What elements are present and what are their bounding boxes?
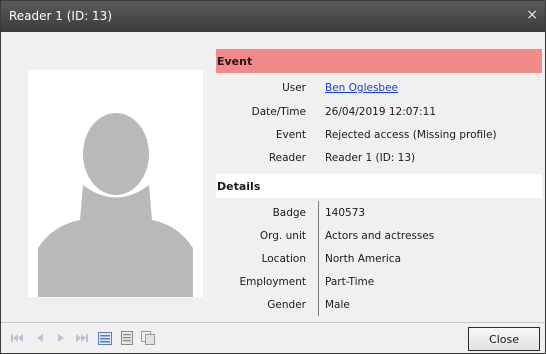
footer-separator	[1, 322, 545, 323]
gender-label: Gender	[267, 299, 306, 311]
close-icon[interactable]: ×	[526, 7, 538, 23]
badge-value: 140573	[325, 207, 366, 219]
close-button[interactable]: Close	[468, 327, 540, 351]
document-icon[interactable]	[118, 329, 136, 347]
details-divider	[318, 201, 319, 316]
user-link[interactable]: Ben Oglesbee	[325, 82, 398, 94]
event-section-header: Event	[216, 49, 542, 73]
event-value: Rejected access (Missing profile)	[325, 129, 497, 141]
last-icon[interactable]	[73, 329, 91, 347]
org-unit-label: Org. unit	[259, 230, 306, 242]
window-title: Reader 1 (ID: 13)	[9, 9, 113, 23]
list-icon[interactable]	[96, 329, 114, 347]
org-unit-value: Actors and actresses	[325, 230, 435, 242]
details-section-header: Details	[216, 174, 542, 198]
event-label: Event	[275, 129, 306, 141]
profile-photo	[28, 70, 203, 297]
info-panel: Event User Ben Oglesbee Date/Time 26/04/…	[216, 49, 542, 316]
employment-label: Employment	[239, 276, 306, 288]
previous-icon[interactable]	[31, 329, 49, 347]
gender-value: Male	[325, 299, 350, 311]
badge-label: Badge	[272, 207, 306, 219]
copy-icon[interactable]	[139, 329, 157, 347]
next-icon[interactable]	[52, 329, 70, 347]
event-detail-window: Reader 1 (ID: 13) × Event User Ben Ogles…	[0, 0, 546, 354]
datetime-label: Date/Time	[251, 106, 306, 118]
first-icon[interactable]	[8, 329, 26, 347]
employment-value: Part-Time	[325, 276, 375, 288]
user-label: User	[282, 82, 306, 94]
reader-label: Reader	[268, 152, 306, 164]
title-bar[interactable]: Reader 1 (ID: 13) ×	[1, 1, 545, 32]
person-silhouette-icon	[38, 113, 193, 297]
location-label: Location	[261, 253, 306, 265]
location-value: North America	[325, 253, 402, 265]
datetime-value: 26/04/2019 12:07:11	[325, 106, 437, 118]
reader-value: Reader 1 (ID: 13)	[325, 152, 416, 164]
